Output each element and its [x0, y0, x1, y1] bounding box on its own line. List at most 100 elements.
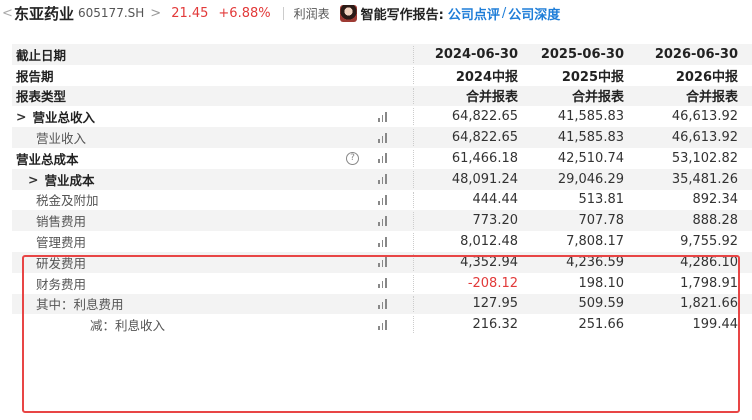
- value-cell: 773.20: [472, 213, 519, 229]
- income-statement-table: 截止日期 2024-06-30 2025-06-30 2026-06-30 报告…: [12, 44, 752, 335]
- dotted-divider: [413, 253, 414, 271]
- divider: [282, 6, 284, 20]
- bar-chart-icon[interactable]: [378, 257, 387, 268]
- row-icons: ?: [346, 148, 387, 169]
- row-label: 营业总成本: [16, 151, 79, 167]
- company-depth-link[interactable]: 公司深度: [508, 4, 560, 23]
- bar-chart-icon[interactable]: [378, 153, 387, 164]
- value-cell: 4,352.94: [460, 254, 518, 270]
- value-cell: 64,822.65: [451, 109, 518, 125]
- chevron-right-icon[interactable]: >: [28, 172, 38, 187]
- dotted-divider: [413, 108, 414, 126]
- dotted-divider: [413, 212, 414, 230]
- bar-chart-icon[interactable]: [378, 278, 387, 289]
- column-period: 2025中报: [561, 69, 624, 85]
- value-cell: 42,510.74: [557, 150, 624, 166]
- row-label[interactable]: > 营业成本: [12, 170, 368, 189]
- table-row[interactable]: 销售费用 773.20 707.78 888.28: [12, 210, 752, 232]
- help-circle-icon[interactable]: ?: [346, 151, 359, 165]
- row-label-text: 营业成本: [44, 172, 95, 188]
- row-label-text: 营业总收入: [32, 110, 95, 126]
- row-icons: [374, 252, 387, 273]
- column-report-type: 合并报表: [685, 90, 738, 106]
- report-type-label: 利润表: [293, 6, 330, 21]
- table-header-row: 报告期 2024中报 2025中报 2026中报: [12, 65, 752, 86]
- row-icons: [374, 127, 387, 148]
- value-cell-negative: -208.12: [467, 275, 518, 291]
- value-cell: 9,755.92: [680, 234, 738, 250]
- row-icons: [374, 294, 387, 315]
- value-cell: 61,466.18: [451, 150, 518, 166]
- row-label: 其中：利息费用: [36, 297, 124, 313]
- bar-chart-icon[interactable]: [378, 298, 387, 309]
- row-icons: [374, 169, 387, 190]
- dotted-divider: [413, 233, 414, 250]
- value-cell: 4,286.10: [680, 254, 738, 270]
- row-icons: [374, 106, 387, 127]
- value-cell: 41,585.83: [557, 130, 624, 146]
- bar-chart-icon[interactable]: [378, 236, 387, 247]
- value-cell: 513.81: [578, 192, 625, 208]
- smart-writing-label: 智能写作报告:: [360, 7, 444, 23]
- value-cell: 35,481.26: [671, 171, 738, 187]
- avatar: [339, 4, 357, 22]
- row-icons: [374, 314, 387, 335]
- table-row[interactable]: > 营业成本 48,091.24 29,046.29 35,481.26: [12, 168, 752, 190]
- value-cell: 46,613.92: [671, 130, 738, 146]
- bar-chart-icon[interactable]: [378, 194, 387, 205]
- table-row[interactable]: 营业总成本 ? 61,466.18 42,510.74 53,102.82: [12, 148, 752, 169]
- row-icons: [374, 210, 387, 231]
- table-header-row: 截止日期 2024-06-30 2025-06-30 2026-06-30: [12, 44, 752, 65]
- value-cell: 46,613.92: [671, 109, 738, 125]
- table-header-row: 报表类型 合并报表 合并报表 合并报表: [12, 85, 752, 107]
- value-cell: 48,091.24: [451, 171, 518, 187]
- stock-header: < 东亚药业 605177.SH > 21.45 +6.88% 利润表 智能写作…: [0, 0, 752, 26]
- table-row[interactable]: 财务费用 -208.12 198.10 1,798.91: [12, 273, 752, 294]
- table-row[interactable]: 税金及附加 444.44 513.81 892.34: [12, 190, 752, 211]
- row-label: 报告期: [16, 68, 54, 84]
- value-cell: 127.95: [472, 296, 519, 312]
- table-row[interactable]: 研发费用 4,352.94 4,236.59 4,286.10: [12, 251, 752, 273]
- row-label: 报表类型: [16, 89, 67, 105]
- value-cell: 892.34: [692, 192, 739, 208]
- value-cell: 509.59: [578, 296, 625, 312]
- row-label: 财务费用: [36, 276, 87, 292]
- column-report-type: 合并报表: [571, 90, 624, 106]
- table-row[interactable]: > 营业总收入 64,822.65 41,585.83 46,613.92: [12, 106, 752, 127]
- value-cell: 29,046.29: [557, 171, 624, 187]
- row-label: 营业收入: [36, 131, 87, 147]
- dotted-divider: [413, 87, 414, 105]
- row-label: 销售费用: [36, 214, 87, 230]
- value-cell: 41,585.83: [557, 109, 624, 125]
- chevron-right-icon[interactable]: >: [16, 109, 26, 124]
- row-label: 减：利息收入: [90, 318, 166, 334]
- table-row[interactable]: 营业收入 64,822.65 41,585.83 46,613.92: [12, 127, 752, 148]
- stock-name[interactable]: 东亚药业: [14, 3, 74, 24]
- bar-chart-icon[interactable]: [378, 215, 387, 226]
- column-date: 2024-06-30: [434, 46, 518, 62]
- value-cell: 1,821.66: [680, 296, 738, 312]
- chevron-left-icon[interactable]: <: [2, 6, 13, 21]
- row-icons: [374, 231, 387, 252]
- value-cell: 216.32: [472, 317, 519, 333]
- bar-chart-icon[interactable]: [378, 132, 387, 143]
- column-date: 2025-06-30: [540, 46, 624, 62]
- dotted-divider: [413, 316, 414, 334]
- bar-chart-icon[interactable]: [378, 111, 387, 122]
- company-review-link[interactable]: 公司点评: [448, 4, 500, 23]
- bar-chart-icon[interactable]: [378, 319, 387, 330]
- dotted-divider: [413, 66, 414, 84]
- value-cell: 8,012.48: [460, 234, 518, 250]
- row-label: 截止日期: [16, 47, 67, 63]
- column-date: 2026-06-30: [654, 46, 738, 62]
- stock-price: 21.45: [171, 5, 209, 21]
- link-separator: /: [501, 5, 507, 21]
- chevron-right-icon[interactable]: >: [150, 6, 161, 21]
- row-icons: [374, 190, 387, 211]
- row-label[interactable]: > 营业总收入: [12, 107, 368, 126]
- table-row[interactable]: 其中：利息费用 127.95 509.59 1,821.66: [12, 293, 752, 315]
- table-row[interactable]: 管理费用 8,012.48 7,808.17 9,755.92: [12, 231, 752, 252]
- bar-chart-icon[interactable]: [378, 174, 387, 185]
- value-cell: 198.10: [578, 275, 625, 291]
- table-row[interactable]: 减：利息收入 216.32 251.66 199.44: [12, 314, 752, 335]
